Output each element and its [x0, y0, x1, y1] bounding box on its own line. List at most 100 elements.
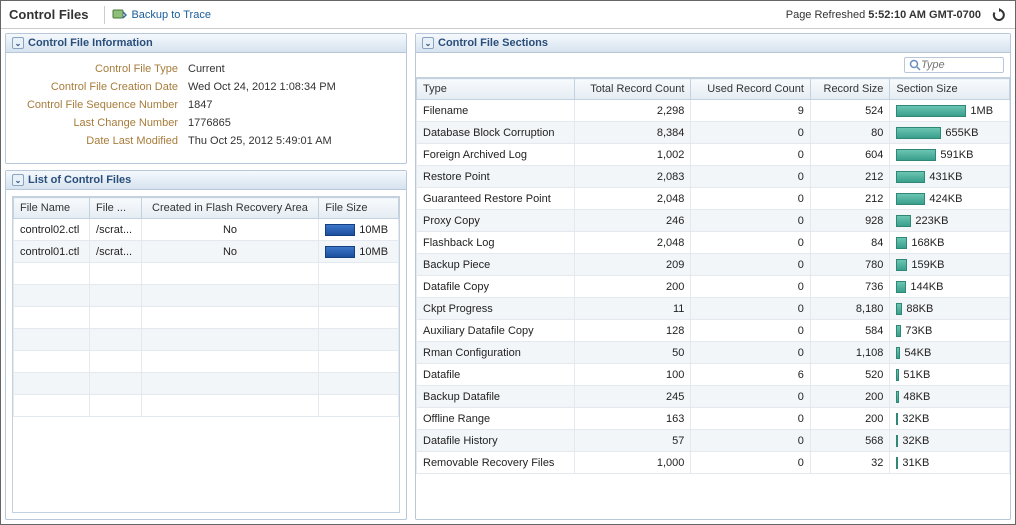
- panel-title: Control File Sections: [438, 37, 548, 49]
- table-row[interactable]: Restore Point2,0830212431KB: [417, 166, 1010, 188]
- table-row[interactable]: Datafile100652051KB: [417, 364, 1010, 386]
- backup-icon: [111, 7, 127, 23]
- table-row-empty: [14, 373, 399, 395]
- cell-ssize: 88KB: [890, 298, 1010, 320]
- table-row[interactable]: Rman Configuration5001,10854KB: [417, 342, 1010, 364]
- cell-flash: No: [141, 241, 319, 263]
- cell-total: 1,000: [574, 452, 691, 474]
- table-row[interactable]: Filename2,29895241MB: [417, 100, 1010, 122]
- control-files-table[interactable]: File NameFile ...Created in Flash Recove…: [13, 197, 399, 417]
- control-file-sections-panel: ⌄ Control File Sections TypeTotal Record…: [415, 33, 1011, 520]
- table-row[interactable]: Foreign Archived Log1,0020604591KB: [417, 144, 1010, 166]
- cell-rsize: 568: [810, 430, 890, 452]
- table-row[interactable]: Backup Datafile245020048KB: [417, 386, 1010, 408]
- table-row-empty: [14, 285, 399, 307]
- cell-used: 0: [691, 210, 811, 232]
- table-row-empty: [14, 395, 399, 417]
- column-header[interactable]: Created in Flash Recovery Area: [141, 198, 319, 219]
- column-header[interactable]: File Size: [319, 198, 399, 219]
- cell-rsize: 80: [810, 122, 890, 144]
- cell-used: 0: [691, 320, 811, 342]
- cell-rsize: 520: [810, 364, 890, 386]
- table-row[interactable]: Offline Range163020032KB: [417, 408, 1010, 430]
- cell-total: 57: [574, 430, 691, 452]
- collapse-icon[interactable]: ⌄: [12, 37, 24, 49]
- cell-used: 0: [691, 430, 811, 452]
- table-row[interactable]: control01.ctl/scrat...No10MB: [14, 241, 399, 263]
- cell-total: 128: [574, 320, 691, 342]
- column-header[interactable]: Record Size: [810, 79, 890, 100]
- control-file-info-panel: ⌄ Control File Information Control File …: [5, 33, 407, 164]
- table-row[interactable]: Guaranteed Restore Point2,0480212424KB: [417, 188, 1010, 210]
- info-label: Control File Type: [18, 63, 188, 75]
- cell-rsize: 212: [810, 188, 890, 210]
- cell-total: 2,048: [574, 232, 691, 254]
- column-header[interactable]: Total Record Count: [574, 79, 691, 100]
- backup-to-trace-link[interactable]: Backup to Trace: [111, 7, 211, 23]
- cell-size: 10MB: [319, 219, 399, 241]
- table-row-empty: [14, 307, 399, 329]
- cell-ssize: 159KB: [890, 254, 1010, 276]
- column-header[interactable]: Section Size: [890, 79, 1010, 100]
- cell-ssize: 31KB: [890, 452, 1010, 474]
- table-row[interactable]: Backup Piece2090780159KB: [417, 254, 1010, 276]
- cell-used: 6: [691, 364, 811, 386]
- table-row[interactable]: Datafile Copy2000736144KB: [417, 276, 1010, 298]
- panel-title: List of Control Files: [28, 174, 131, 186]
- cell-rsize: 200: [810, 386, 890, 408]
- cell-ssize: 168KB: [890, 232, 1010, 254]
- table-row[interactable]: Ckpt Progress1108,18088KB: [417, 298, 1010, 320]
- cell-used: 0: [691, 188, 811, 210]
- cell-type: Ckpt Progress: [417, 298, 575, 320]
- cell-used: 0: [691, 276, 811, 298]
- search-box[interactable]: [904, 57, 1004, 73]
- info-value: Thu Oct 25, 2012 5:49:01 AM: [188, 135, 332, 147]
- table-row[interactable]: Datafile History57056832KB: [417, 430, 1010, 452]
- info-value: 1776865: [188, 117, 231, 129]
- cell-used: 0: [691, 452, 811, 474]
- list-of-control-files-panel: ⌄ List of Control Files File NameFile ..…: [5, 170, 407, 520]
- cell-dir: /scrat...: [90, 219, 142, 241]
- cell-total: 200: [574, 276, 691, 298]
- collapse-icon[interactable]: ⌄: [422, 37, 434, 49]
- cell-type: Datafile: [417, 364, 575, 386]
- cell-type: Datafile Copy: [417, 276, 575, 298]
- info-row: Date Last ModifiedThu Oct 25, 2012 5:49:…: [18, 135, 394, 147]
- table-row[interactable]: Flashback Log2,048084168KB: [417, 232, 1010, 254]
- table-row[interactable]: Removable Recovery Files1,00003231KB: [417, 452, 1010, 474]
- cell-ssize: 32KB: [890, 430, 1010, 452]
- backup-to-trace-label: Backup to Trace: [131, 9, 211, 21]
- column-header[interactable]: File Name: [14, 198, 90, 219]
- cell-used: 9: [691, 100, 811, 122]
- cell-used: 0: [691, 122, 811, 144]
- cell-type: Filename: [417, 100, 575, 122]
- collapse-icon[interactable]: ⌄: [12, 174, 24, 186]
- page-title: Control Files: [9, 7, 88, 22]
- cell-ssize: 51KB: [890, 364, 1010, 386]
- table-row-empty: [14, 351, 399, 373]
- cell-ssize: 431KB: [890, 166, 1010, 188]
- column-header[interactable]: Type: [417, 79, 575, 100]
- table-row[interactable]: Database Block Corruption8,384080655KB: [417, 122, 1010, 144]
- cell-type: Removable Recovery Files: [417, 452, 575, 474]
- column-header[interactable]: File ...: [90, 198, 142, 219]
- cell-used: 0: [691, 144, 811, 166]
- info-value: Wed Oct 24, 2012 1:08:34 PM: [188, 81, 336, 93]
- info-label: Control File Sequence Number: [18, 99, 188, 111]
- cell-total: 100: [574, 364, 691, 386]
- table-row[interactable]: Auxiliary Datafile Copy128058473KB: [417, 320, 1010, 342]
- topbar: Control Files Backup to Trace Page Refre…: [1, 1, 1015, 29]
- cell-type: Proxy Copy: [417, 210, 575, 232]
- search-input[interactable]: [921, 59, 991, 71]
- column-header[interactable]: Used Record Count: [691, 79, 811, 100]
- sections-table[interactable]: TypeTotal Record CountUsed Record CountR…: [416, 78, 1010, 474]
- info-row: Control File TypeCurrent: [18, 63, 394, 75]
- table-row[interactable]: control02.ctl/scrat...No10MB: [14, 219, 399, 241]
- cell-rsize: 736: [810, 276, 890, 298]
- info-row: Control File Sequence Number1847: [18, 99, 394, 111]
- refresh-icon[interactable]: [991, 7, 1007, 23]
- table-row[interactable]: Proxy Copy2460928223KB: [417, 210, 1010, 232]
- cell-rsize: 84: [810, 232, 890, 254]
- cell-rsize: 8,180: [810, 298, 890, 320]
- cell-flash: No: [141, 219, 319, 241]
